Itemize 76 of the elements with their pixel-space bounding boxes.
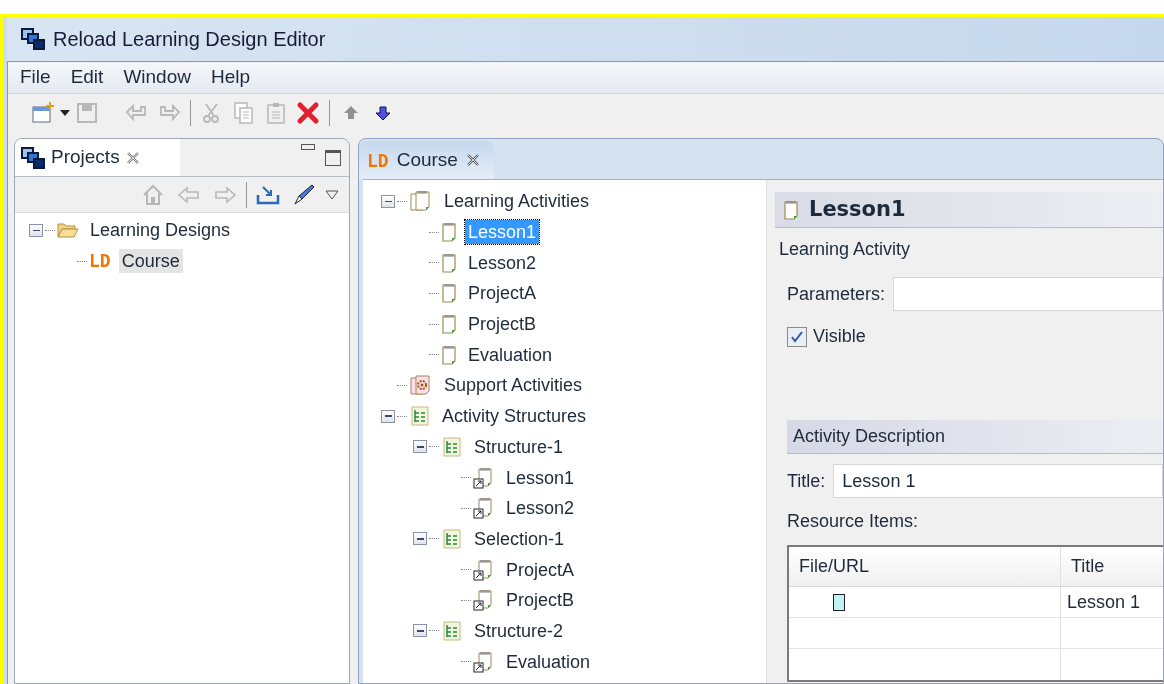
pen-icon[interactable]	[292, 182, 316, 207]
tree-item[interactable]: Structure-2	[471, 618, 567, 643]
collapse-icon[interactable]	[29, 223, 43, 237]
column-header[interactable]: Title	[1061, 547, 1163, 586]
collapse-icon[interactable]	[413, 440, 427, 454]
title-field[interactable]: Lesson 1	[833, 464, 1163, 498]
table-cell-text: Lesson 1	[1066, 590, 1142, 614]
maximize-icon[interactable]	[325, 149, 341, 166]
course-tab[interactable]: LD Course	[359, 141, 494, 179]
tree-item[interactable]: Evaluation	[503, 649, 594, 674]
menu-item[interactable]: Edit	[70, 63, 104, 92]
document-icon	[441, 314, 457, 335]
document-icon	[441, 252, 457, 273]
close-icon[interactable]	[125, 150, 140, 165]
tree-item[interactable]: Structure-1	[471, 434, 567, 459]
collapse-icon[interactable]	[413, 532, 427, 546]
parameters-field[interactable]	[893, 277, 1163, 311]
projects-tab[interactable]: Projects	[15, 139, 180, 176]
file-icon	[833, 593, 845, 611]
tree-item[interactable]: ProjectA	[465, 281, 540, 306]
list-icon	[441, 527, 463, 550]
details-header: Lesson1	[775, 192, 1163, 228]
tree-item[interactable]: ProjectA	[503, 557, 578, 582]
parameters-label: Parameters:	[787, 282, 886, 306]
tree-item[interactable]: Support Activities	[441, 373, 586, 398]
gear-document-icon	[409, 374, 433, 397]
list-icon	[441, 435, 463, 458]
tree-item[interactable]: Course	[118, 249, 183, 274]
list-icon	[409, 405, 431, 428]
resource-items-label: Resource Items:	[787, 510, 920, 533]
menu-item[interactable]: File	[20, 63, 51, 92]
shortcut-document-icon	[473, 497, 495, 520]
caret-icon[interactable]	[60, 109, 70, 117]
tree-item[interactable]: Learning Activities	[441, 189, 593, 214]
menu-item[interactable]: Window	[123, 63, 191, 92]
ld-logo-icon: LD	[367, 146, 389, 174]
details-subtitle: Learning Activity	[779, 238, 912, 261]
document-icon	[441, 344, 457, 365]
close-icon[interactable]	[465, 153, 480, 167]
app-logo-icon	[21, 28, 45, 50]
ld-logo-text: LD	[89, 252, 111, 271]
document-icon	[441, 222, 457, 243]
menu-item[interactable]: Help	[210, 63, 251, 92]
tree-item[interactable]: Learning Designs	[87, 218, 234, 243]
app-logo-icon	[21, 146, 45, 169]
section-header: Activity Description	[787, 420, 1163, 454]
shortcut-document-icon	[473, 466, 495, 489]
title-label: Title:	[787, 469, 826, 493]
delete-icon[interactable]	[296, 101, 320, 125]
document-icon	[783, 199, 799, 220]
minimize-icon[interactable]	[301, 143, 315, 150]
view-menu-icon[interactable]	[325, 189, 339, 200]
documents-icon	[409, 190, 433, 213]
collapse-icon[interactable]	[381, 409, 395, 423]
tree-item[interactable]: ProjectB	[503, 588, 578, 613]
visible-checkbox[interactable]	[787, 326, 807, 347]
folder-icon	[57, 222, 79, 239]
tree-item[interactable]: Lesson1	[503, 465, 578, 490]
clipboard-icon[interactable]	[264, 101, 288, 125]
tree-item[interactable]: Lesson2	[503, 496, 578, 521]
collapse-icon[interactable]	[413, 624, 427, 638]
tree-item[interactable]: Lesson2	[465, 250, 540, 275]
collapse-icon[interactable]	[381, 194, 395, 208]
shortcut-document-icon	[473, 650, 495, 673]
new-window-icon[interactable]	[31, 101, 55, 125]
visible-label: Visible	[813, 325, 866, 348]
shortcut-document-icon	[473, 558, 495, 581]
window-title: Reload Learning Design Editor	[53, 27, 326, 52]
column-header[interactable]: File/URL	[789, 547, 1061, 586]
shortcut-document-icon	[473, 589, 495, 612]
tree-item[interactable]: Evaluation	[465, 342, 556, 367]
list-icon	[441, 619, 463, 642]
document-icon	[441, 283, 457, 304]
tree-item[interactable]: Activity Structures	[439, 404, 590, 429]
tree-item[interactable]: ProjectB	[465, 312, 540, 337]
tree-item[interactable]: Selection-1	[471, 526, 568, 551]
